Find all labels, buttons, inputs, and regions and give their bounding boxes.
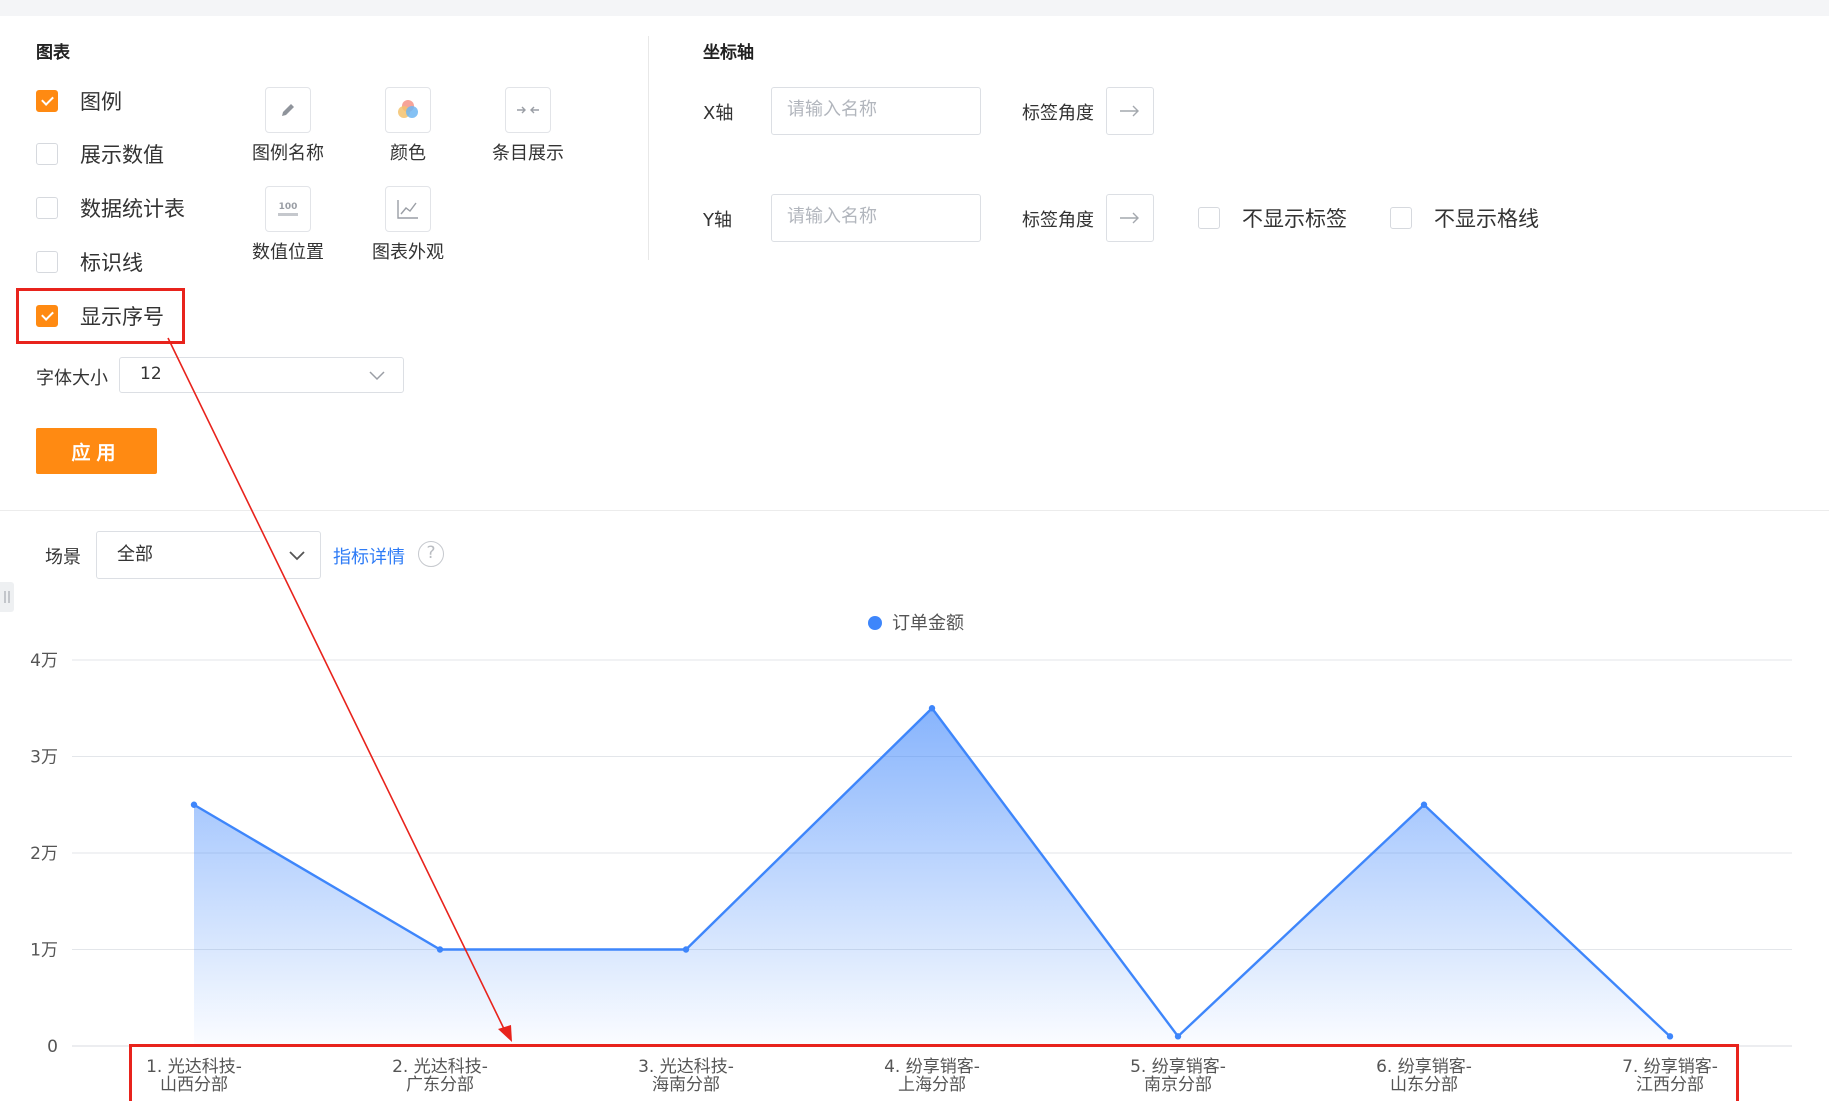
scene-select[interactable]: 全部 (96, 531, 321, 579)
x-axis-angle-label: 标签角度 (1022, 103, 1094, 124)
metric-detail-link[interactable]: 指标详情 (333, 543, 405, 569)
tool-color[interactable]: 颜色 (358, 87, 458, 165)
pencil-icon (282, 104, 294, 116)
tool-color-button[interactable] (385, 87, 431, 133)
y-tick-label: 3万 (30, 748, 58, 768)
value-position-icon: 100 (278, 202, 298, 216)
y-tick-label: 2万 (30, 844, 58, 864)
y-axis-name-input[interactable]: 请输入名称 (771, 194, 981, 242)
area-chart: 订单金额 01万2万3万4万 1. 光达科技-山西分部2. 光达科技-广东分部3… (30, 613, 1792, 1095)
checkbox-data-table[interactable]: 数据统计表 (36, 194, 185, 222)
tool-value-position-label: 数值位置 (252, 242, 324, 263)
tool-legend-name-button[interactable] (265, 87, 311, 133)
tool-chart-appearance[interactable]: 图表外观 (358, 186, 458, 264)
series-area (194, 708, 1670, 1046)
checkbox-show-values[interactable]: 展示数值 (36, 140, 164, 168)
checkbox-hide-grid-label: 不显示格线 (1434, 207, 1539, 231)
tool-item-display[interactable]: 条目展示 (478, 87, 578, 165)
data-point[interactable] (1666, 1033, 1674, 1040)
axis-section-title: 坐标轴 (703, 43, 754, 63)
tool-color-label: 颜色 (390, 143, 426, 164)
collapse-arrows-icon (517, 106, 539, 114)
apply-button[interactable]: 应用 (36, 428, 157, 474)
data-point[interactable] (1420, 801, 1428, 808)
checkbox-legend-label: 图例 (80, 90, 122, 114)
checkbox-marker-line-box[interactable] (36, 251, 58, 273)
tool-chart-appearance-label: 图表外观 (372, 242, 444, 263)
tool-item-display-button[interactable] (505, 87, 551, 133)
font-size-label: 字体大小 (36, 368, 108, 389)
tool-legend-name-label: 图例名称 (252, 143, 324, 164)
color-palette-icon (398, 100, 418, 118)
legend-label: 订单金额 (892, 613, 964, 634)
scene-label: 场景 (45, 547, 81, 568)
data-point[interactable] (190, 801, 198, 808)
checkbox-marker-line-label: 标识线 (80, 251, 143, 275)
chevron-down-icon (289, 551, 305, 561)
data-point[interactable] (1174, 1033, 1182, 1040)
data-point[interactable] (682, 946, 690, 953)
panel-divider (0, 510, 1829, 511)
checkbox-hide-grid[interactable]: 不显示格线 (1390, 204, 1539, 232)
data-point[interactable] (436, 946, 444, 953)
chart-section-title: 图表 (36, 43, 70, 63)
highlight-box-x-labels (129, 1044, 1739, 1101)
tool-value-position[interactable]: 100 数值位置 (238, 186, 338, 264)
line-chart-icon (397, 200, 418, 219)
tool-item-display-label: 条目展示 (492, 143, 564, 164)
y-tick-label: 4万 (30, 651, 58, 671)
checkbox-data-table-label: 数据统计表 (80, 197, 185, 221)
checkbox-hide-labels-label: 不显示标签 (1242, 207, 1347, 231)
check-icon (40, 93, 54, 106)
top-bar (0, 0, 1829, 16)
y-tick-label: 0 (47, 1037, 58, 1057)
chart-legend[interactable]: 订单金额 (868, 613, 964, 634)
chevron-down-icon (369, 371, 385, 381)
y-axis-angle-button[interactable] (1106, 194, 1154, 242)
y-tick-label: 1万 (30, 941, 58, 961)
checkbox-legend-box[interactable] (36, 90, 58, 112)
x-axis-label: X轴 (703, 103, 734, 124)
checkbox-legend[interactable]: 图例 (36, 87, 122, 115)
font-size-select[interactable]: 12 (119, 357, 404, 393)
checkbox-marker-line[interactable]: 标识线 (36, 248, 143, 276)
checkbox-hide-labels[interactable]: 不显示标签 (1198, 204, 1347, 232)
help-icon[interactable]: ? (418, 541, 444, 567)
y-axis-angle-label: 标签角度 (1022, 210, 1094, 231)
tool-legend-name[interactable]: 图例名称 (238, 87, 338, 165)
checkbox-show-values-box[interactable] (36, 143, 58, 165)
scene-value: 全部 (117, 544, 153, 565)
svg-text:100: 100 (279, 202, 298, 212)
checkbox-hide-grid-box[interactable] (1390, 207, 1412, 229)
checkbox-data-table-box[interactable] (36, 197, 58, 219)
y-axis-label: Y轴 (703, 210, 732, 231)
data-point[interactable] (928, 705, 936, 712)
x-axis-name-input[interactable]: 请输入名称 (771, 87, 981, 135)
tool-chart-appearance-button[interactable] (385, 186, 431, 232)
tool-value-position-button[interactable]: 100 (265, 186, 311, 232)
highlight-box-show-index (16, 288, 185, 344)
arrow-right-icon (1120, 212, 1139, 224)
x-axis-angle-button[interactable] (1106, 87, 1154, 135)
font-size-value: 12 (140, 364, 162, 384)
arrow-right-icon (1120, 105, 1139, 117)
section-divider (648, 36, 649, 260)
checkbox-hide-labels-box[interactable] (1198, 207, 1220, 229)
legend-marker (868, 616, 882, 630)
checkbox-show-values-label: 展示数值 (80, 143, 164, 167)
